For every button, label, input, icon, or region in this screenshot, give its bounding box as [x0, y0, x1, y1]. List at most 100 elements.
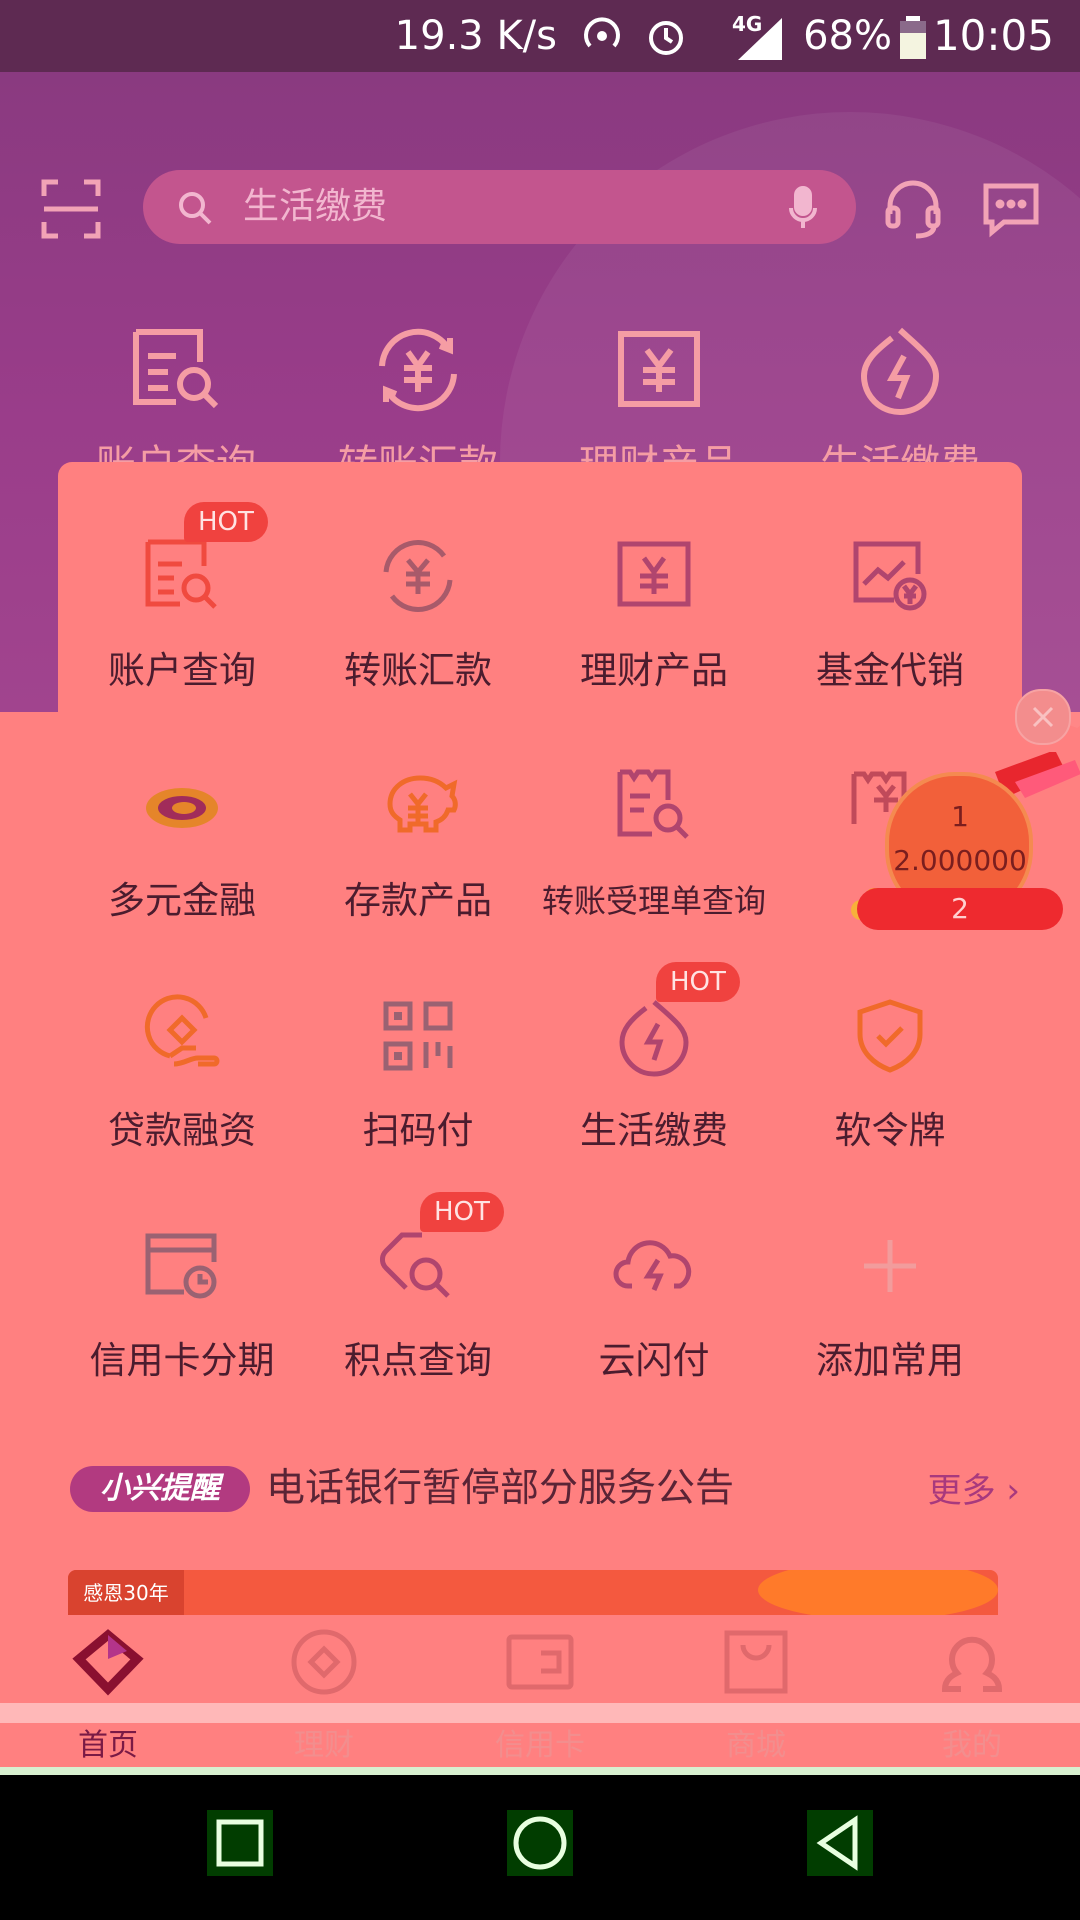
grid-item-deposit[interactable]: 存款产品 [298, 756, 538, 986]
grid-label: 账户查询 [108, 649, 256, 692]
search-bar[interactable]: 生活缴费 [143, 170, 856, 244]
back-button[interactable] [807, 1810, 873, 1876]
clock: 10:05 [932, 11, 1054, 60]
grid-label: 添加常用 [816, 1339, 964, 1382]
profile-icon [941, 1636, 1003, 1692]
points-query-icon [380, 1232, 450, 1298]
credit-card-installment-icon [145, 1233, 217, 1299]
piggy-bank-icon [387, 775, 458, 833]
message-icon[interactable] [980, 178, 1042, 240]
cloud-pay-icon [613, 1240, 692, 1291]
banner-gift-icon [758, 1570, 998, 1616]
notice-tag: 小兴提醒 [70, 1466, 250, 1512]
status-bar: 19.3 K/s 4G 68% 10:05 [0, 0, 1080, 72]
grid-item-qr-scan-pay[interactable]: 扫码付 [298, 986, 538, 1216]
loan-icon [144, 994, 220, 1067]
chevron-right-icon: › [1006, 1471, 1020, 1511]
shield-icon [857, 999, 923, 1073]
nav-label: 信用卡 [495, 1728, 585, 1763]
grid-item-wealth-product[interactable]: 理财产品 [534, 526, 774, 756]
nav-label: 理财 [294, 1728, 354, 1763]
account-query-icon [145, 539, 217, 609]
system-nav-bar [0, 1775, 1080, 1920]
grid-item-fund[interactable]: 基金代销 [770, 526, 1010, 756]
notice-text[interactable]: 电话银行暂停部分服务公告 [266, 1458, 734, 1520]
banner-tag: 感恩30年 [68, 1570, 184, 1616]
wealth-product-icon [618, 331, 700, 407]
nav-label: 首页 [78, 1728, 138, 1763]
grid-item-utility-payment[interactable]: HOT 生活缴费 [534, 962, 774, 1216]
notice-more-link[interactable]: 更多 › [928, 1462, 1020, 1520]
plus-icon [864, 1240, 916, 1292]
transfer-icon [379, 328, 457, 412]
grid-label: 转账受理单查询 [541, 882, 766, 920]
recent-apps-button[interactable] [207, 1810, 273, 1876]
search-input[interactable]: 生活缴费 [243, 184, 387, 230]
transfer-icon [383, 540, 453, 612]
grid-item-add-favorite[interactable]: 添加常用 [770, 1216, 1010, 1446]
promo-close-button[interactable] [1015, 689, 1071, 745]
nav-mall[interactable]: 商城 [648, 1625, 864, 1765]
grid-item-diversified-finance[interactable]: 多元金融 [62, 756, 302, 986]
promo-line-2: 2.000000 [893, 844, 1027, 877]
grid-item-transfer-receipt-query[interactable]: 转账受理单查询 [534, 756, 774, 986]
floating-promo[interactable]: 1 2.000000 2 [825, 752, 1080, 952]
close-icon [1032, 706, 1054, 728]
battery-percent: 68% [803, 13, 892, 59]
grid-label: 基金代销 [816, 649, 964, 692]
nav-mine[interactable]: 我的 [864, 1625, 1080, 1765]
nav-credit-card[interactable]: 信用卡 [432, 1625, 648, 1765]
grid-item-transfer[interactable]: 转账汇款 [298, 526, 538, 756]
bottom-nav: 首页 理财 信用卡 商城 我的 [0, 1615, 1080, 1777]
hotspot-icon [580, 14, 624, 58]
grid-item-cloud-pay[interactable]: 云闪付 [534, 1216, 774, 1446]
hot-badge: HOT [656, 962, 740, 1002]
grid-item-account-query[interactable]: HOT 账户查询 [62, 502, 302, 756]
grid-label: 多元金融 [108, 879, 256, 922]
utility-payment-icon [619, 1000, 689, 1077]
search-icon [177, 190, 213, 230]
microphone-icon[interactable] [788, 186, 818, 234]
nav-home[interactable]: 首页 [0, 1625, 216, 1765]
nav-wealth[interactable]: 理财 [216, 1625, 432, 1765]
circle-icon [513, 1816, 567, 1870]
hot-badge: HOT [420, 1192, 504, 1232]
grid-item-points-query[interactable]: HOT 积点查询 [298, 1192, 538, 1446]
account-query-icon [133, 329, 219, 409]
nav-label: 我的 [942, 1728, 1002, 1763]
credit-card-icon [506, 1634, 574, 1690]
notice-bar[interactable]: 小兴提醒 电话银行暂停部分服务公告 更多 › [70, 1458, 1020, 1520]
alarm-icon [644, 14, 688, 58]
grid-item-loan[interactable]: 贷款融资 [62, 986, 302, 1216]
home-button[interactable] [507, 1810, 573, 1876]
more-label: 更多 [927, 1471, 996, 1511]
grid-label: 转账汇款 [344, 649, 492, 692]
qr-scan-icon [383, 1001, 453, 1071]
grid-label: 软令牌 [834, 1109, 946, 1152]
grid-label: 理财产品 [580, 649, 728, 692]
customer-service-icon[interactable] [882, 178, 944, 240]
wealth-icon [291, 1629, 357, 1695]
utility-payment-icon [860, 327, 940, 415]
promo-line-1: 1 [951, 800, 969, 833]
home-diamond-icon [72, 1629, 144, 1696]
battery-icon [898, 16, 928, 60]
shopping-bag-icon [724, 1630, 788, 1694]
fund-icon [853, 541, 927, 611]
diversified-finance-icon [146, 788, 218, 828]
grid-label: 生活缴费 [580, 1109, 728, 1152]
back-triangle-icon [816, 1815, 858, 1871]
nav-label: 商城 [726, 1728, 786, 1763]
grid-label: 积点查询 [344, 1339, 492, 1382]
grid-label: 贷款融资 [108, 1109, 256, 1152]
network-speed: 19.3 K/s [394, 13, 557, 59]
signal-icon [734, 18, 784, 60]
square-icon [216, 1819, 264, 1867]
wealth-product-icon [617, 541, 691, 607]
scan-icon[interactable] [40, 178, 102, 240]
hot-badge: HOT [184, 502, 268, 542]
promo-banner[interactable]: 感恩30年 [68, 1570, 998, 1616]
grid-item-soft-token[interactable]: 软令牌 [770, 986, 1010, 1216]
grid-label: 存款产品 [344, 879, 492, 922]
grid-item-credit-card-installment[interactable]: 信用卡分期 [62, 1216, 302, 1446]
